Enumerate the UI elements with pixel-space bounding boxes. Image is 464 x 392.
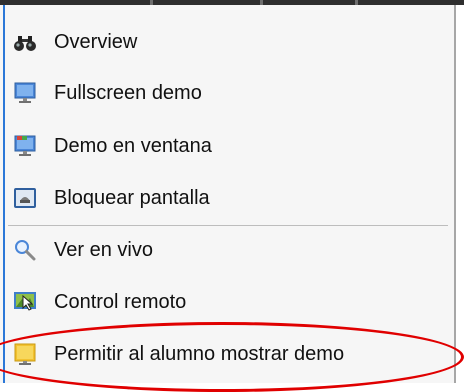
menu-gutter-line [3,5,5,383]
menu-item-label: Overview [54,30,138,53]
highlight-annotation [0,322,464,392]
menu-item-label: Bloquear pantalla [54,186,210,209]
remote-control-icon [12,289,38,315]
magnifier-icon [12,237,38,263]
menu-item-label: Demo en ventana [54,134,212,157]
menu-separator [8,225,448,226]
menu-item-label: Fullscreen demo [54,81,202,104]
menu-item-label: Control remoto [54,290,187,313]
menu-item-label: Ver en vivo [54,238,153,261]
monitor-window-icon [12,133,38,159]
menu-item-bloquear-pantalla[interactable]: Bloquear pantalla [12,181,210,215]
menu-item-overview[interactable]: Overview [12,25,137,59]
monitor-fullscreen-icon [12,80,38,106]
menu-item-ver-en-vivo[interactable]: Ver en vivo [12,233,153,267]
menu-item-control-remoto[interactable]: Control remoto [12,285,186,319]
lock-screen-icon [12,185,38,211]
binoculars-icon [12,29,38,55]
menu-item-fullscreen-demo[interactable]: Fullscreen demo [12,76,202,110]
menu-item-demo-en-ventana[interactable]: Demo en ventana [12,129,212,163]
